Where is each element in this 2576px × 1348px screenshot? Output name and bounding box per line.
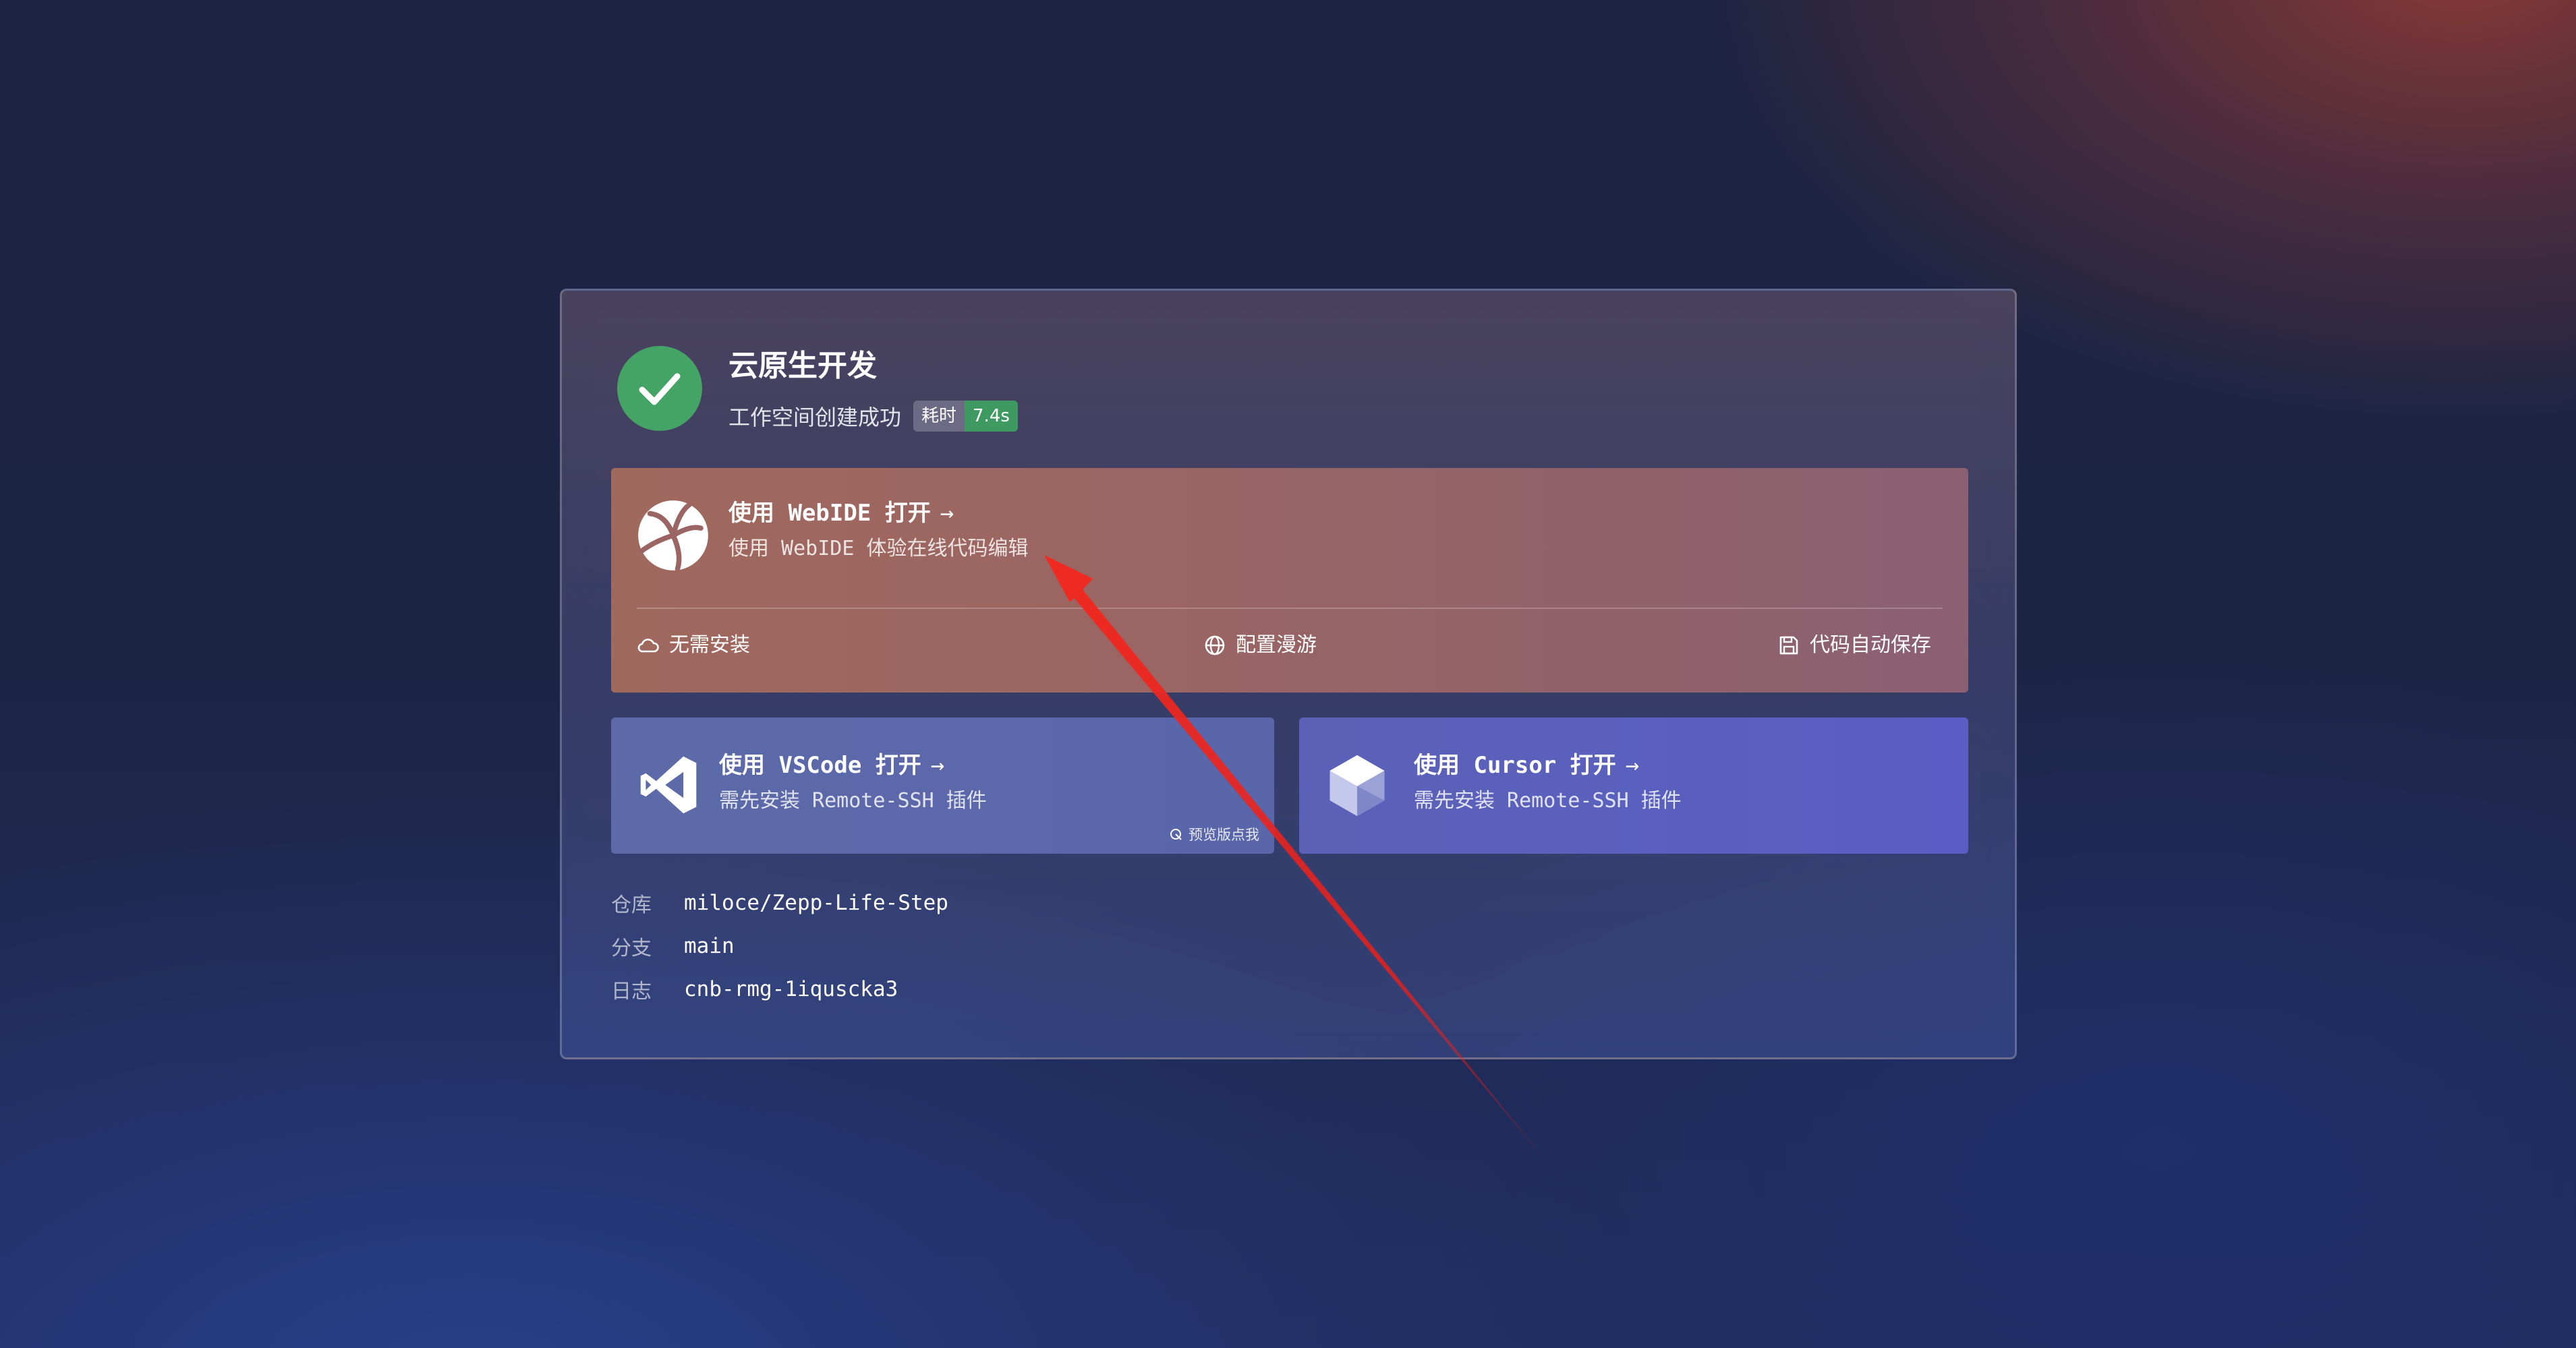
- repo-value: miloce/Zepp-Life-Step: [684, 891, 948, 915]
- cursor-logo-icon: [1329, 755, 1385, 817]
- divider: [637, 608, 1943, 609]
- feature-label: 配置漫游: [1236, 633, 1317, 657]
- check-circle-icon: [617, 346, 702, 431]
- feature-label: 代码自动保存: [1810, 633, 1931, 657]
- branch-value: main: [684, 934, 735, 958]
- workspace-info: 仓库 miloce/Zepp-Life-Step 分支 main 日志 cnb-…: [611, 881, 948, 1011]
- arrow-right-icon: →: [1625, 752, 1640, 779]
- webide-logo-icon: [638, 500, 708, 572]
- feature-no-install: 无需安装: [637, 630, 750, 661]
- info-row-branch: 分支 main: [611, 925, 948, 968]
- vscode-logo-icon: [640, 756, 697, 814]
- webide-description: 使用 WebIDE 体验在线代码编辑: [728, 537, 1029, 560]
- cloud-icon: [637, 639, 659, 653]
- feature-config-roaming: 配置漫游: [1203, 630, 1317, 661]
- pointer-icon: [1170, 829, 1182, 840]
- feature-auto-save: 代码自动保存: [1777, 630, 1931, 661]
- duration-badge-value: 7.4s: [965, 401, 1018, 432]
- arrow-right-icon: →: [930, 752, 945, 779]
- feature-label: 无需安装: [669, 633, 750, 657]
- open-webide-title[interactable]: 使用 WebIDE 打开 →: [728, 498, 954, 529]
- open-vscode-panel[interactable]: 使用 VSCode 打开 → 需先安装 Remote-SSH 插件 预览版点我: [611, 717, 1274, 854]
- preview-version-link[interactable]: 预览版点我: [1168, 824, 1259, 844]
- page-title: 云原生开发: [728, 349, 877, 383]
- open-webide-label: 使用 WebIDE 打开: [728, 500, 931, 527]
- duration-badge: 耗时 7.4s: [913, 401, 1018, 432]
- globe-icon: [1205, 635, 1225, 655]
- open-cursor-panel[interactable]: 使用 Cursor 打开 → 需先安装 Remote-SSH 插件: [1299, 717, 1968, 854]
- log-label: 日志: [611, 980, 652, 1003]
- open-cursor-label: 使用 Cursor 打开: [1414, 752, 1616, 779]
- open-vscode-title[interactable]: 使用 VSCode 打开 →: [719, 750, 944, 781]
- open-vscode-label: 使用 VSCode 打开: [719, 752, 921, 779]
- status-line: 工作空间创建成功 耗时 7.4s: [728, 401, 1018, 432]
- info-row-log: 日志 cnb-rmg-1iqusckа3: [611, 968, 948, 1011]
- workspace-card: 云原生开发 工作空间创建成功 耗时 7.4s 使用 WebIDE 打开 → 使用 …: [560, 289, 2017, 1059]
- arrow-right-icon: →: [940, 500, 954, 527]
- info-row-repo: 仓库 miloce/Zepp-Life-Step: [611, 881, 948, 925]
- vscode-description: 需先安装 Remote-SSH 插件: [719, 789, 987, 813]
- open-cursor-title[interactable]: 使用 Cursor 打开 →: [1414, 750, 1639, 781]
- log-value: cnb-rmg-1iqusckа3: [684, 977, 898, 1001]
- save-icon: [1779, 636, 1798, 655]
- branch-label: 分支: [611, 937, 652, 960]
- preview-hint-label: 预览版点我: [1189, 827, 1259, 843]
- cursor-description: 需先安装 Remote-SSH 插件: [1414, 789, 1682, 813]
- open-webide-panel[interactable]: 使用 WebIDE 打开 → 使用 WebIDE 体验在线代码编辑 无需安装 配置…: [611, 468, 1968, 693]
- repo-label: 仓库: [611, 893, 652, 917]
- duration-badge-label: 耗时: [913, 401, 965, 432]
- status-text: 工作空间创建成功: [728, 405, 902, 430]
